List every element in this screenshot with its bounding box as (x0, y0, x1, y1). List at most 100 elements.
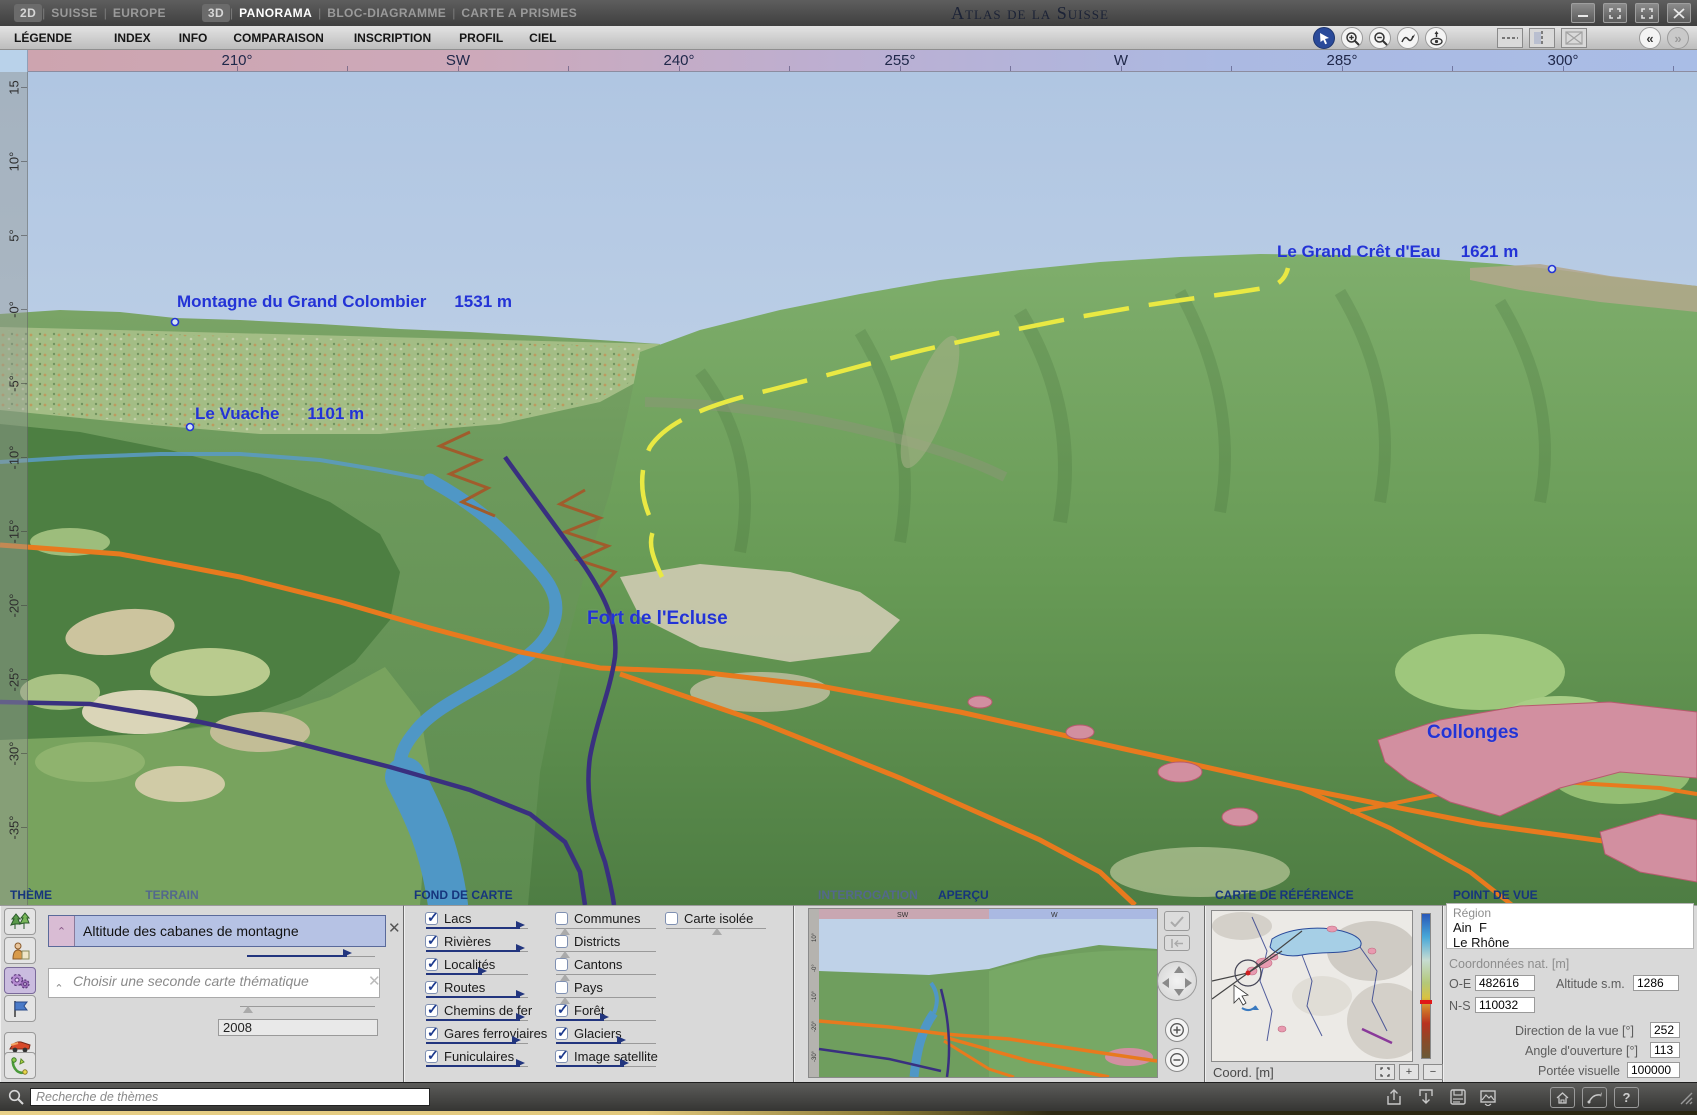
preview-zoom-in-button[interactable] (1165, 1018, 1189, 1042)
pan-up-arrow-icon[interactable] (1174, 966, 1184, 973)
theme-economy-button[interactable] (4, 967, 36, 994)
reference-map[interactable] (1211, 910, 1413, 1062)
place-name: Fort de l'Ecluse (587, 608, 728, 629)
tab-3d[interactable]: 3D (202, 4, 230, 22)
maximize-button[interactable] (1635, 3, 1659, 23)
refmap-zoom-out-button[interactable]: − (1423, 1064, 1443, 1080)
tab-interrogation[interactable]: INTERROGATION (808, 885, 926, 905)
export-button[interactable] (1385, 1088, 1405, 1107)
combo-expand-icon[interactable]: ⌃ (49, 969, 69, 997)
elevation-label: -35° (7, 816, 22, 840)
theme-energy-button[interactable] (4, 1052, 36, 1079)
refmap-zoom-in-button[interactable]: + (1399, 1064, 1419, 1080)
peak-name: Le Grand Crêt d'Eau (1277, 242, 1441, 261)
thematic-map-opacity-slider[interactable] (247, 949, 375, 964)
place-label-fort-de-lecluse: Fort de l'Ecluse (587, 608, 728, 630)
preview-zoom-out-button[interactable] (1165, 1048, 1189, 1072)
layout-split-button[interactable] (1529, 28, 1555, 48)
layout-single-button[interactable] (1497, 28, 1523, 48)
reset-preview-button[interactable] (1164, 935, 1190, 951)
help-button[interactable]: ? (1614, 1087, 1639, 1108)
menu-profil[interactable]: PROFIL (459, 27, 503, 49)
menu-index[interactable]: INDEX (114, 27, 151, 49)
pan-tool-button[interactable] (1313, 27, 1335, 49)
tab-panorama[interactable]: PANORAMA (233, 4, 318, 22)
refmap-extent-button[interactable] (1375, 1064, 1395, 1080)
profile-tool-button[interactable] (1397, 27, 1419, 49)
history-back-button[interactable]: « (1639, 27, 1661, 49)
skip-back-icon (1170, 939, 1184, 948)
slider-handle[interactable] (343, 949, 352, 957)
panorama-preview[interactable]: SW W 10° -0° -10° -20° -30° (808, 908, 1158, 1078)
layout-close-button[interactable] (1561, 28, 1587, 48)
point-de-vue-panel: POINT DE VUE Région Ain F Le Rhône Coord… (1443, 885, 1697, 1082)
menu-info[interactable]: INFO (179, 27, 208, 49)
region-line1: Ain F (1453, 920, 1687, 935)
direction-field[interactable] (1650, 1022, 1680, 1038)
slider-handle[interactable] (243, 1002, 253, 1013)
elevation-label: 5° (7, 224, 22, 248)
apply-preview-button[interactable] (1164, 911, 1190, 931)
import-button[interactable] (1417, 1088, 1437, 1107)
portee-field[interactable] (1627, 1062, 1680, 1078)
layer-slider-carte-isolee[interactable] (666, 921, 766, 936)
tab-carte-a-prismes[interactable]: CARTE A PRISMES (455, 4, 583, 22)
history-forward-button[interactable]: » (1667, 27, 1689, 49)
thematic-map-clear-button[interactable]: ✕ (388, 921, 401, 936)
svg-text:-0°: -0° (812, 964, 818, 972)
tab-bloc-diagramme[interactable]: BLOC-DIAGRAMME (321, 4, 452, 22)
slider-track[interactable] (240, 1006, 375, 1007)
zoom-out-tool-button[interactable] (1369, 27, 1391, 49)
second-thematic-map-select[interactable]: ⌃ Choisir une seconde carte thématique (48, 968, 380, 998)
theme-nature-button[interactable] (4, 908, 36, 935)
oe-field[interactable] (1475, 975, 1535, 991)
panorama-view[interactable]: 15 10° 5° -0° -5° -10° -15° -20° -25° -3… (0, 72, 1697, 905)
pan-down-arrow-icon[interactable] (1174, 989, 1184, 996)
theme-society-button[interactable] (4, 937, 36, 964)
image-export-button[interactable] (1479, 1088, 1499, 1107)
menu-ciel[interactable]: CIEL (529, 27, 556, 49)
layer-slider-image-satellite[interactable] (556, 1059, 656, 1074)
close-button[interactable] (1667, 3, 1691, 23)
tab-apercu[interactable]: APERÇU (928, 885, 1018, 905)
menu-inscription[interactable]: INSCRIPTION (354, 27, 431, 49)
menu-comparaison[interactable]: COMPARAISON (233, 27, 323, 49)
second-map-clear-button[interactable]: ✕ (368, 974, 381, 989)
tab-europe[interactable]: EUROPE (107, 4, 172, 22)
home-view-button[interactable] (1550, 1087, 1575, 1108)
combo-expand-icon[interactable]: ⌃ (49, 916, 75, 946)
minus-icon (1170, 1053, 1184, 1067)
altitude-field[interactable] (1633, 975, 1679, 991)
bottom-statusbar: ? (0, 1082, 1697, 1111)
viewpoint-tool-button[interactable] (1425, 27, 1447, 49)
tab-2d[interactable]: 2D (14, 4, 42, 22)
second-map-opacity-slider[interactable] (240, 999, 375, 1014)
pan-left-arrow-icon[interactable] (1162, 978, 1169, 988)
zoom-in-tool-button[interactable] (1341, 27, 1363, 49)
angle-field[interactable] (1650, 1042, 1680, 1058)
restore-icon (1609, 8, 1621, 19)
tab-terrain[interactable]: TERRAIN (112, 885, 232, 905)
preview-compass-label: W (1051, 912, 1058, 919)
resize-grip[interactable] (1679, 1091, 1695, 1107)
link-tool-button[interactable] (1582, 1087, 1607, 1108)
peak-elevation: 1101 m (307, 404, 364, 423)
ns-field[interactable] (1475, 997, 1535, 1013)
panorama-map[interactable] (0, 72, 1697, 905)
check-icon (1170, 916, 1184, 927)
thematic-map-select[interactable]: ⌃ Altitude des cabanes de montagne (48, 915, 386, 947)
slider-fill (247, 955, 347, 957)
restore-button[interactable] (1603, 3, 1627, 23)
pan-right-arrow-icon[interactable] (1185, 978, 1192, 988)
link-arrow-icon (1587, 1091, 1603, 1104)
theme-state-button[interactable] (4, 995, 36, 1022)
minimize-button[interactable] (1571, 3, 1595, 23)
tab-theme[interactable]: THÈME (0, 885, 110, 905)
menu-legende[interactable]: LÉGENDE (14, 27, 72, 49)
year-field[interactable] (218, 1019, 378, 1036)
theme-search-input[interactable] (30, 1088, 430, 1106)
tab-suisse[interactable]: SUISSE (45, 4, 103, 22)
save-button[interactable] (1449, 1088, 1469, 1107)
layer-slider-funiculaires[interactable] (426, 1059, 528, 1074)
preview-pan-pad[interactable] (1157, 961, 1197, 1001)
